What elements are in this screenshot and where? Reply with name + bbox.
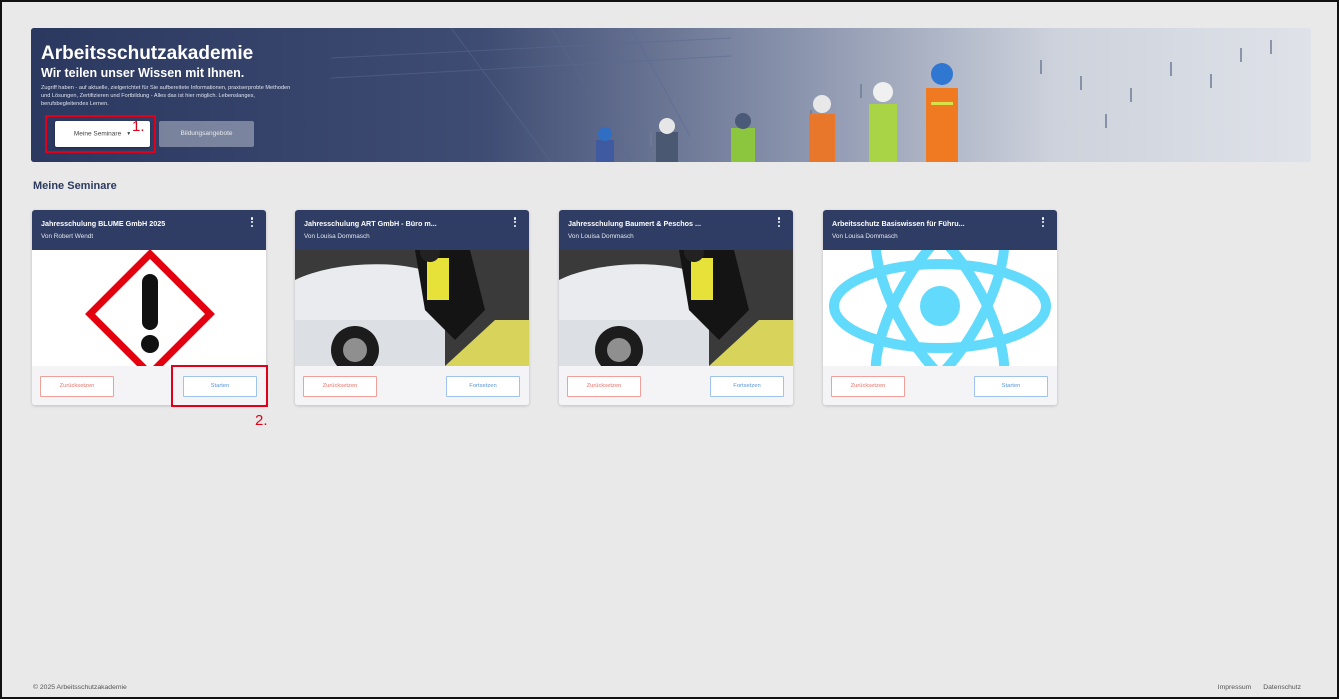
impressum-link[interactable]: Impressum: [1218, 684, 1252, 691]
card-image: [823, 210, 1057, 405]
hero-title: Arbeitsschutzakademie: [41, 43, 254, 64]
card-footer: Zurücksetzen Starten: [823, 366, 1057, 405]
start-button[interactable]: Starten: [974, 376, 1048, 397]
reset-button[interactable]: Zurücksetzen: [303, 376, 377, 397]
more-vertical-icon[interactable]: [511, 216, 519, 230]
card-footer: Zurücksetzen Fortsetzen: [295, 366, 529, 405]
card-title: Jahresschulung Baumert & Peschos ...: [568, 219, 702, 228]
annotation-label-step2: 2.: [255, 412, 268, 429]
more-vertical-icon[interactable]: [248, 216, 256, 230]
annotation-label-step1: 1.: [132, 118, 145, 135]
hero-banner: Arbeitsschutzakademie Wir teilen unser W…: [31, 28, 1311, 162]
card-title: Arbeitsschutz Basiswissen für Führu...: [832, 219, 965, 228]
bildungsangebote-button[interactable]: Bildungsangebote: [159, 121, 254, 147]
card-header: Jahresschulung Baumert & Peschos ... Von…: [559, 210, 793, 250]
worker-car-photo: [559, 242, 793, 374]
more-vertical-icon[interactable]: [1039, 216, 1047, 230]
more-vertical-icon[interactable]: [775, 216, 783, 230]
reset-button[interactable]: Zurücksetzen: [40, 376, 114, 397]
card-header: Jahresschulung BLUME GmbH 2025 Von Rober…: [32, 210, 266, 250]
card-author: Von Robert Wendt: [41, 233, 94, 240]
card-image: [295, 242, 529, 374]
card-author: Von Louisa Dommasch: [568, 233, 634, 240]
hero-subtitle: Wir teilen unser Wissen mit Ihnen.: [41, 66, 245, 80]
seminar-card: Jahresschulung ART GmbH - Büro m... Von …: [295, 210, 529, 405]
card-image: [559, 242, 793, 374]
hero-description: Zugriff haben - auf aktuelle, zielgerich…: [41, 85, 291, 107]
react-atom-icon: [823, 210, 1057, 405]
card-header: Arbeitsschutz Basiswissen für Führu... V…: [823, 210, 1057, 250]
app-frame: Arbeitsschutzakademie Wir teilen unser W…: [0, 0, 1339, 699]
continue-button[interactable]: Fortsetzen: [710, 376, 784, 397]
card-author: Von Louisa Dommasch: [304, 233, 370, 240]
continue-button[interactable]: Fortsetzen: [446, 376, 520, 397]
reset-button[interactable]: Zurücksetzen: [567, 376, 641, 397]
section-title: Meine Seminare: [33, 180, 117, 192]
footer-links: Impressum Datenschutz: [1208, 684, 1301, 691]
annotation-box-step2: [171, 365, 268, 407]
reset-button[interactable]: Zurücksetzen: [831, 376, 905, 397]
datenschutz-link[interactable]: Datenschutz: [1263, 684, 1301, 691]
footer-copyright: © 2025 Arbeitsschutzakademie: [33, 684, 127, 691]
card-footer: Zurücksetzen Fortsetzen: [559, 366, 793, 405]
seminar-card: Arbeitsschutz Basiswissen für Führu... V…: [823, 210, 1057, 405]
worker-car-photo: [295, 242, 529, 374]
card-title: Jahresschulung BLUME GmbH 2025: [41, 219, 166, 228]
card-header: Jahresschulung ART GmbH - Büro m... Von …: [295, 210, 529, 250]
card-image: [32, 249, 266, 379]
card-title: Jahresschulung ART GmbH - Büro m...: [304, 219, 437, 228]
seminar-card: Jahresschulung Baumert & Peschos ... Von…: [559, 210, 793, 405]
hazard-warning-icon: [32, 249, 266, 379]
card-author: Von Louisa Dommasch: [832, 233, 898, 240]
